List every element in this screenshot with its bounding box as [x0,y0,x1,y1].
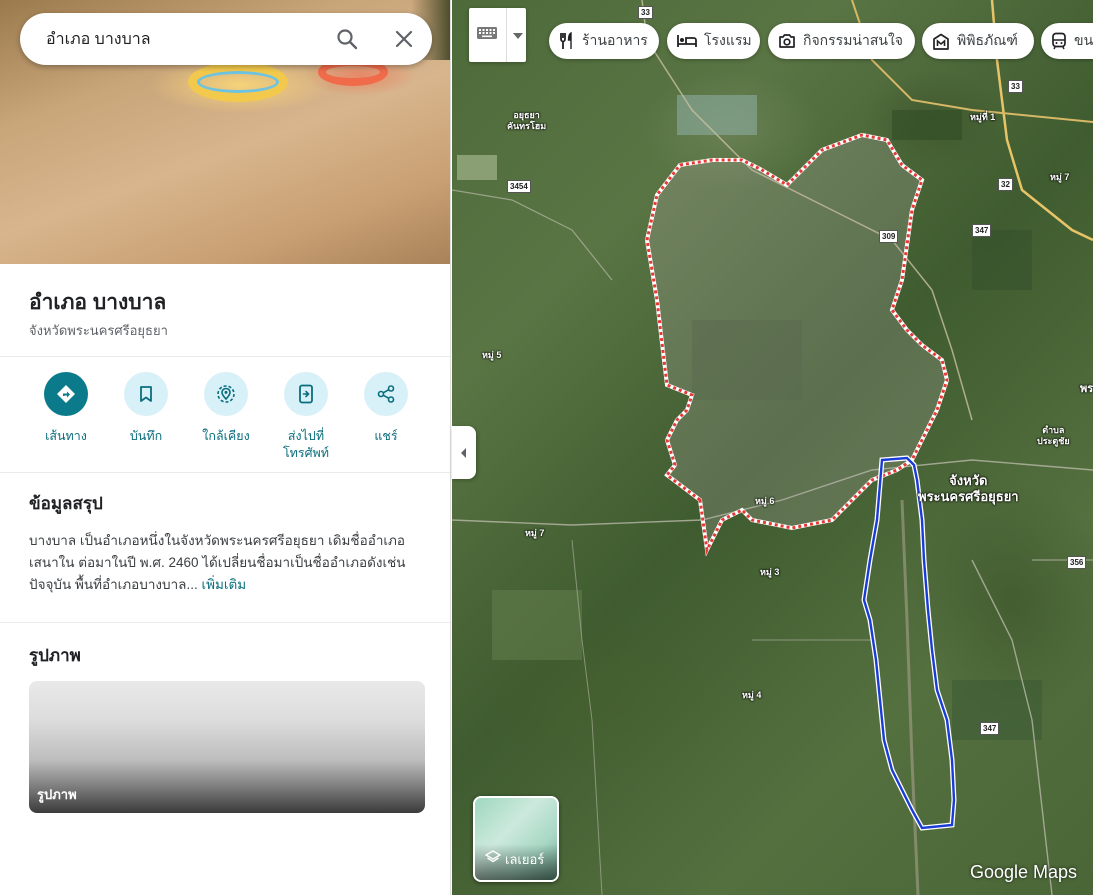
satellite-map[interactable]: อยุธยา คันทรโฮม หมู่ที่ 1 หมู่ 7 หมู่ 5 … [452,0,1093,895]
send-to-phone-icon [284,372,328,416]
map-label-tambon: ตำบล ประตูชัย [1037,425,1070,446]
chip-hotels[interactable]: โรงแรม [667,23,760,59]
photos-heading: รูปภาพ [29,646,81,665]
chip-restaurants-label: ร้านอาหาร [582,32,648,48]
divider [0,356,450,357]
search-icon[interactable] [333,25,361,53]
chip-attractions-label: กิจกรรมน่าสนใจ [803,32,904,48]
summary-text: บางบาล เป็นอำเภอหนึ่งในจังหวัดพระนครศรีอ… [29,530,419,596]
directions-label: เส้นทาง [45,429,87,443]
share-label: แชร์ [374,429,398,443]
road-shield-32: 32 [998,178,1013,191]
photo-card[interactable]: รูปภาพ [29,681,425,813]
camera-icon [779,34,795,48]
search-box [20,13,432,65]
nearby-label: ใกล้เคียง [202,429,250,443]
road-shield-3454: 3454 [507,180,531,193]
map-label-mu7-ne: หมู่ 7 [1050,172,1070,182]
map-label-edge: พร [1080,383,1093,395]
save-label: บันทึก [129,429,163,443]
chevron-down-icon[interactable] [513,26,523,44]
close-icon[interactable] [390,25,418,53]
search-input[interactable] [46,30,326,48]
map-label-province: จังหวัด พระนครศรีอยุธยา [918,473,1019,504]
road-shield-309: 309 [879,230,899,243]
collapse-panel-button[interactable] [452,426,476,479]
save-button[interactable]: บันทึก [106,372,186,445]
share-button[interactable]: แชร์ [346,372,426,445]
road-shield-347-bottom: 347 [980,722,1000,735]
district-boundary [644,132,950,557]
share-icon [364,372,408,416]
chip-hotels-label: โรงแรม [704,32,752,48]
map-label-mu3: หมู่ 3 [760,567,780,577]
layers-icon [485,849,501,870]
input-tools-button[interactable] [469,8,526,62]
place-title: อำเภอ บางบาล [29,291,167,314]
photo-card-label: รูปภาพ [37,787,77,802]
place-panel: อำเภอ บางบาล จังหวัดพระนครศรีอยุธยา เส้น… [0,0,451,895]
chip-attractions[interactable]: กิจกรรมน่าสนใจ [768,23,915,59]
divider [0,472,450,473]
swim-ring-yellow [188,62,288,102]
map-label-mu1: หมู่ที่ 1 [970,112,996,122]
restaurant-icon [560,32,572,49]
chip-transit-label: ขน [1074,32,1093,48]
place-subtitle: จังหวัดพระนครศรีอยุธยา [29,323,168,338]
map-label-mu4: หมู่ 4 [742,690,762,700]
directions-icon [44,372,88,416]
map-overlay [452,0,1093,895]
send-to-phone-button[interactable]: ส่งไปที่โทรศัพท์ [266,372,346,462]
layers-label: เลเยอร์ [505,852,545,867]
directions-button[interactable]: เส้นทาง [26,372,106,445]
more-link[interactable]: เพิ่มเติม [201,577,246,592]
chip-transit[interactable]: ขน [1041,23,1093,59]
museum-icon [933,33,949,50]
nearby-icon [204,372,248,416]
road-shield-347-top: 347 [972,224,992,237]
hotel-icon [677,35,697,47]
chip-museums-label: พิพิธภัณฑ์ [957,32,1018,48]
road-shield-33-top: 33 [638,6,653,19]
divider [0,622,450,623]
nearby-button[interactable]: ใกล้เคียง [186,372,266,445]
road-shield-356: 356 [1067,556,1087,569]
chip-museums[interactable]: พิพิธภัณฑ์ [922,23,1034,59]
map-label-mu5: หมู่ 5 [482,350,502,360]
google-maps-logo: Google Maps [970,862,1078,882]
chevron-left-icon [461,447,466,458]
chip-restaurants[interactable]: ร้านอาหาร [549,23,659,59]
maps-app: อำเภอ บางบาล จังหวัดพระนครศรีอยุธยา เส้น… [0,0,1093,895]
map-label-khanthon: อยุธยา คันทรโฮม [507,110,547,131]
layers-button[interactable]: เลเยอร์ [473,796,559,882]
transit-icon [1052,32,1066,50]
send-to-phone-label: ส่งไปที่โทรศัพท์ [282,429,330,460]
bookmark-icon [124,372,168,416]
dropdown-divider [506,8,507,62]
road-shield-33: 33 [1008,80,1023,93]
map-label-mu7-w: หมู่ 7 [525,528,545,538]
summary-heading: ข้อมูลสรุป [29,494,103,513]
keyboard-icon [476,26,498,45]
map-label-mu6: หมู่ 6 [755,496,775,506]
